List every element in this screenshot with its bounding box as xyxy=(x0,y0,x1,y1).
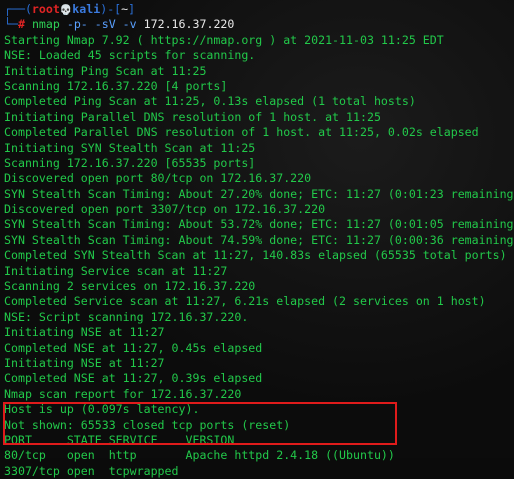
output-line: Initiating SYN Stealth Scan at 11:25 xyxy=(4,140,256,155)
output-line: Completed NSE at 11:27, 0.45s elapsed xyxy=(4,340,263,355)
prompt-corner: ┌──( xyxy=(4,2,32,16)
output-line: Completed Parallel DNS resolution of 1 h… xyxy=(4,125,479,140)
output-line: Completed NSE at 11:27, 0.39s elapsed xyxy=(4,371,263,386)
skull-icon: 💀 xyxy=(59,5,73,16)
prompt-user: root xyxy=(31,2,60,16)
output-line: SYN Stealth Scan Timing: About 53.72% do… xyxy=(4,217,514,232)
terminal-window[interactable]: ┌──(root💀kali)-[~] └─# nmap -p- -sV -v 1… xyxy=(0,0,514,478)
output-line: Discovered open port 3307/tcp on 172.16.… xyxy=(4,202,326,217)
command-options: -p- -sV -v xyxy=(66,17,137,32)
output-line: Initiating Ping Scan at 11:25 xyxy=(4,63,207,78)
output-line: Completed SYN Stealth Scan at 11:27, 140… xyxy=(4,248,507,263)
output-line: Host is up (0.097s latency). xyxy=(4,402,200,417)
output-line: Initiating Service scan at 11:27 xyxy=(4,263,228,278)
output-line: Starting Nmap 7.92 ( https://nmap.org ) … xyxy=(4,32,444,47)
output-line: SYN Stealth Scan Timing: About 74.59% do… xyxy=(4,232,514,247)
output-line: Scanning 172.16.37.220 [65535 ports] xyxy=(4,155,256,170)
command-target: 172.16.37.220 xyxy=(143,17,235,32)
prompt-symbol: # xyxy=(17,17,25,32)
port-table-header: PORT STATE SERVICE VERSION xyxy=(4,432,235,447)
terminal-output: Starting Nmap 7.92 ( https://nmap.org ) … xyxy=(4,32,514,433)
prompt-corner-bottom: └─ xyxy=(4,17,18,32)
prompt-bracket: ] xyxy=(128,2,136,16)
output-line: Nmap scan report for 172.16.37.220 xyxy=(4,386,242,401)
prompt-line-1: ┌──(root💀kali)-[~] xyxy=(4,2,510,17)
output-line: Scanning 172.16.37.220 [4 ports] xyxy=(4,78,228,93)
command-line[interactable]: └─# nmap -p- -sV -v 172.16.37.220 xyxy=(4,17,510,32)
output-line: SYN Stealth Scan Timing: About 27.20% do… xyxy=(4,186,514,201)
output-line: Initiating NSE at 11:27 xyxy=(4,325,165,340)
output-line: NSE: Script scanning 172.16.37.220. xyxy=(4,309,249,324)
prompt-separator: )-[ xyxy=(100,2,122,16)
command-name: nmap xyxy=(31,17,60,32)
output-line: Discovered open port 80/tcp on 172.16.37… xyxy=(4,171,312,186)
output-line: Initiating Parallel DNS resolution of 1 … xyxy=(4,109,381,124)
output-line: Completed Ping Scan at 11:25, 0.13s elap… xyxy=(4,94,416,109)
output-line: Scanning 2 services on 172.16.37.220 xyxy=(4,279,256,294)
port-table-row: 3307/tcp open tcpwrapped xyxy=(4,463,179,478)
port-table-row: 80/tcp open http Apache httpd 2.4.18 ((U… xyxy=(4,448,395,463)
output-line: Initiating NSE at 11:27 xyxy=(4,355,165,370)
output-line: Completed Service scan at 11:27, 6.21s e… xyxy=(4,294,486,309)
output-line: NSE: Loaded 45 scripts for scanning. xyxy=(4,48,256,63)
output-line: Not shown: 65533 closed tcp ports (reset… xyxy=(4,417,291,432)
prompt-host: kali xyxy=(72,2,101,16)
